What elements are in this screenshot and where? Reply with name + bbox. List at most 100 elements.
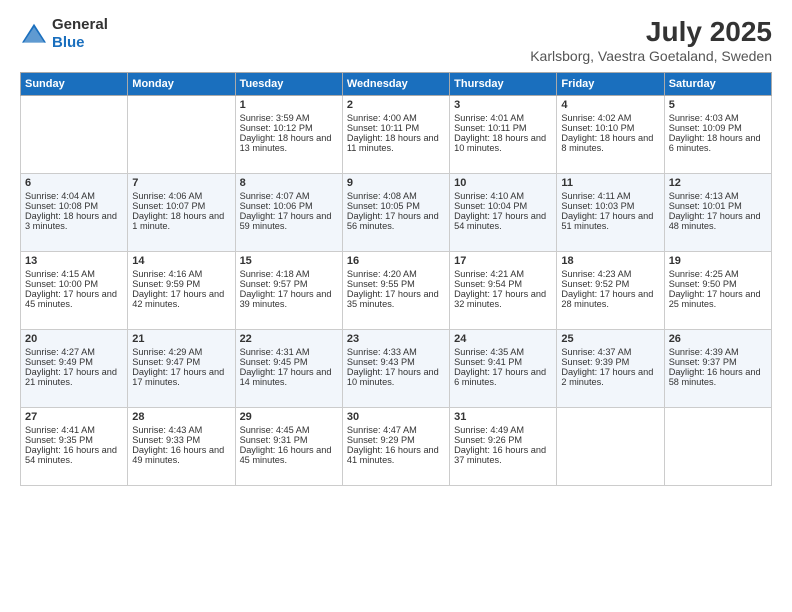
day-info: Sunrise: 4:37 AM <box>561 347 659 357</box>
day-info: Daylight: 17 hours and 35 minutes. <box>347 289 445 309</box>
calendar-cell: 9Sunrise: 4:08 AMSunset: 10:05 PMDayligh… <box>342 174 449 252</box>
calendar-cell: 1Sunrise: 3:59 AMSunset: 10:12 PMDayligh… <box>235 96 342 174</box>
day-number: 6 <box>25 177 123 189</box>
week-row-4: 20Sunrise: 4:27 AMSunset: 9:49 PMDayligh… <box>21 330 772 408</box>
day-info: Sunset: 9:49 PM <box>25 357 123 367</box>
day-number: 23 <box>347 333 445 345</box>
day-info: Daylight: 17 hours and 14 minutes. <box>240 367 338 387</box>
day-info: Sunrise: 4:43 AM <box>132 425 230 435</box>
day-number: 26 <box>669 333 767 345</box>
day-info: Sunset: 10:09 PM <box>669 123 767 133</box>
day-number: 29 <box>240 411 338 423</box>
day-number: 18 <box>561 255 659 267</box>
day-info: Sunrise: 4:01 AM <box>454 113 552 123</box>
week-row-3: 13Sunrise: 4:15 AMSunset: 10:00 PMDaylig… <box>21 252 772 330</box>
calendar-cell: 29Sunrise: 4:45 AMSunset: 9:31 PMDayligh… <box>235 408 342 486</box>
day-info: Sunset: 9:41 PM <box>454 357 552 367</box>
day-number: 27 <box>25 411 123 423</box>
day-info: Daylight: 18 hours and 8 minutes. <box>561 133 659 153</box>
day-info: Sunset: 9:55 PM <box>347 279 445 289</box>
day-info: Sunrise: 4:29 AM <box>132 347 230 357</box>
day-info: Sunset: 9:50 PM <box>669 279 767 289</box>
day-info: Daylight: 18 hours and 1 minute. <box>132 211 230 231</box>
day-number: 15 <box>240 255 338 267</box>
day-info: Sunset: 9:26 PM <box>454 435 552 445</box>
day-info: Sunset: 9:33 PM <box>132 435 230 445</box>
column-header-friday: Friday <box>557 73 664 96</box>
day-info: Sunset: 10:04 PM <box>454 201 552 211</box>
calendar-cell: 11Sunrise: 4:11 AMSunset: 10:03 PMDaylig… <box>557 174 664 252</box>
day-number: 16 <box>347 255 445 267</box>
day-info: Daylight: 17 hours and 2 minutes. <box>561 367 659 387</box>
day-info: Sunset: 10:11 PM <box>454 123 552 133</box>
day-info: Sunset: 10:12 PM <box>240 123 338 133</box>
day-number: 2 <box>347 99 445 111</box>
day-info: Sunset: 9:57 PM <box>240 279 338 289</box>
day-number: 28 <box>132 411 230 423</box>
day-info: Sunrise: 4:33 AM <box>347 347 445 357</box>
day-number: 5 <box>669 99 767 111</box>
logo-general: General <box>52 16 108 33</box>
calendar-cell: 19Sunrise: 4:25 AMSunset: 9:50 PMDayligh… <box>664 252 771 330</box>
day-info: Daylight: 18 hours and 10 minutes. <box>454 133 552 153</box>
day-info: Daylight: 17 hours and 54 minutes. <box>454 211 552 231</box>
day-info: Sunrise: 4:45 AM <box>240 425 338 435</box>
calendar-cell: 10Sunrise: 4:10 AMSunset: 10:04 PMDaylig… <box>450 174 557 252</box>
day-info: Sunset: 10:06 PM <box>240 201 338 211</box>
subtitle: Karlsborg, Vaestra Goetaland, Sweden <box>530 48 772 64</box>
week-row-2: 6Sunrise: 4:04 AMSunset: 10:08 PMDayligh… <box>21 174 772 252</box>
day-info: Daylight: 17 hours and 25 minutes. <box>669 289 767 309</box>
day-info: Sunset: 10:11 PM <box>347 123 445 133</box>
day-number: 10 <box>454 177 552 189</box>
day-info: Daylight: 17 hours and 17 minutes. <box>132 367 230 387</box>
day-info: Daylight: 17 hours and 56 minutes. <box>347 211 445 231</box>
logo-blue: Blue <box>52 34 85 51</box>
calendar-cell: 28Sunrise: 4:43 AMSunset: 9:33 PMDayligh… <box>128 408 235 486</box>
day-info: Sunrise: 4:31 AM <box>240 347 338 357</box>
day-info: Daylight: 17 hours and 21 minutes. <box>25 367 123 387</box>
day-info: Sunrise: 4:35 AM <box>454 347 552 357</box>
calendar-cell: 15Sunrise: 4:18 AMSunset: 9:57 PMDayligh… <box>235 252 342 330</box>
day-info: Daylight: 16 hours and 45 minutes. <box>240 445 338 465</box>
header: General Blue July 2025 Karlsborg, Vaestr… <box>20 16 772 64</box>
day-number: 13 <box>25 255 123 267</box>
day-info: Daylight: 16 hours and 37 minutes. <box>454 445 552 465</box>
day-info: Daylight: 17 hours and 48 minutes. <box>669 211 767 231</box>
day-info: Sunrise: 4:00 AM <box>347 113 445 123</box>
calendar-cell <box>21 96 128 174</box>
column-header-monday: Monday <box>128 73 235 96</box>
day-info: Sunset: 9:45 PM <box>240 357 338 367</box>
day-number: 3 <box>454 99 552 111</box>
day-number: 31 <box>454 411 552 423</box>
day-number: 25 <box>561 333 659 345</box>
day-info: Sunrise: 4:21 AM <box>454 269 552 279</box>
day-info: Daylight: 16 hours and 54 minutes. <box>25 445 123 465</box>
day-number: 20 <box>25 333 123 345</box>
day-info: Daylight: 17 hours and 45 minutes. <box>25 289 123 309</box>
calendar-table: SundayMondayTuesdayWednesdayThursdayFrid… <box>20 72 772 486</box>
day-info: Daylight: 17 hours and 42 minutes. <box>132 289 230 309</box>
day-info: Sunrise: 4:11 AM <box>561 191 659 201</box>
column-header-saturday: Saturday <box>664 73 771 96</box>
header-row: SundayMondayTuesdayWednesdayThursdayFrid… <box>21 73 772 96</box>
calendar-cell <box>128 96 235 174</box>
calendar-cell: 2 Sunrise: 4:00 AMSunset: 10:11 PMDayligh… <box>342 96 449 174</box>
day-number: 8 <box>240 177 338 189</box>
day-number: 4 <box>561 99 659 111</box>
calendar-cell: 31Sunrise: 4:49 AMSunset: 9:26 PMDayligh… <box>450 408 557 486</box>
day-number: 12 <box>669 177 767 189</box>
day-info: Sunset: 9:39 PM <box>561 357 659 367</box>
column-header-sunday: Sunday <box>21 73 128 96</box>
day-info: Sunset: 9:35 PM <box>25 435 123 445</box>
day-info: Sunrise: 4:23 AM <box>561 269 659 279</box>
column-header-thursday: Thursday <box>450 73 557 96</box>
day-number: 7 <box>132 177 230 189</box>
day-info: Daylight: 18 hours and 11 minutes. <box>347 133 445 153</box>
day-info: Sunset: 9:43 PM <box>347 357 445 367</box>
calendar-cell: 13Sunrise: 4:15 AMSunset: 10:00 PMDaylig… <box>21 252 128 330</box>
column-header-wednesday: Wednesday <box>342 73 449 96</box>
calendar-cell: 17Sunrise: 4:21 AMSunset: 9:54 PMDayligh… <box>450 252 557 330</box>
calendar-cell: 12Sunrise: 4:13 AMSunset: 10:01 PMDaylig… <box>664 174 771 252</box>
calendar-cell: 22Sunrise: 4:31 AMSunset: 9:45 PMDayligh… <box>235 330 342 408</box>
day-info: Daylight: 17 hours and 32 minutes. <box>454 289 552 309</box>
